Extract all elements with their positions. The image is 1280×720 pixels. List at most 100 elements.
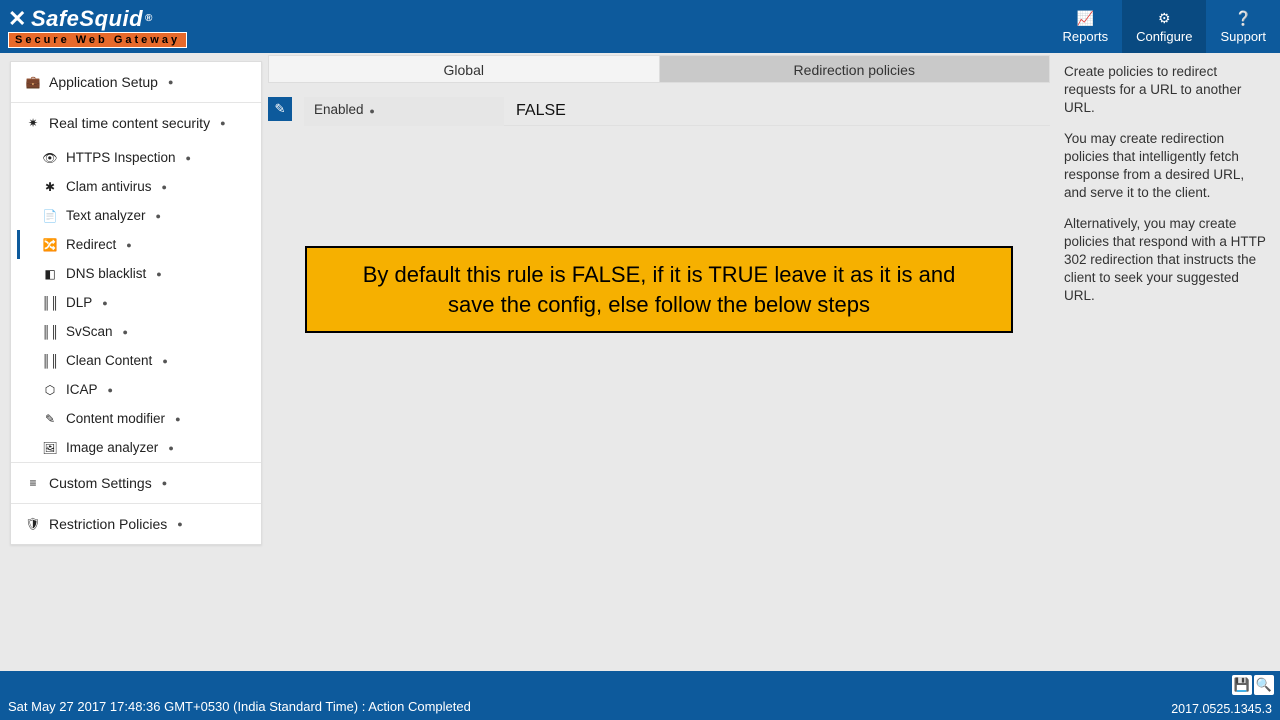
- logo-text: SafeSquid: [31, 6, 143, 32]
- sidebar-item-label: Clean Content: [66, 353, 152, 368]
- info-icon: ●: [168, 443, 173, 453]
- sidebar-item-image[interactable]: 🖼 Image analyzer ●: [17, 433, 261, 462]
- top-menu: 📈 Reports ⚙ Configure ❔ Support: [1049, 0, 1280, 53]
- sidebar-restriction-label: Restriction Policies: [49, 516, 167, 532]
- shuffle-icon: 🔀: [42, 238, 58, 252]
- version-text: 2017.0525.1345.3: [1171, 702, 1272, 716]
- instruction-callout: By default this rule is FALSE, if it is …: [305, 246, 1013, 333]
- info-icon: ●: [168, 77, 173, 87]
- info-icon: ●: [156, 269, 161, 279]
- sidebar-rtcs-label: Real time content security: [49, 115, 210, 131]
- wrench-icon: ✕: [8, 6, 27, 32]
- info-icon: ●: [175, 414, 180, 424]
- tab-redirection-policies[interactable]: Redirection policies: [660, 55, 1051, 83]
- sidebar-item-label: HTTPS Inspection: [66, 150, 176, 165]
- menu-reports[interactable]: 📈 Reports: [1049, 0, 1123, 53]
- sidebar-custom[interactable]: ≡ Custom Settings ●: [11, 463, 261, 503]
- status-text: Sat May 27 2017 17:48:36 GMT+0530 (India…: [8, 699, 471, 714]
- sidebar-item-icap[interactable]: ⬡ICAP●: [17, 375, 261, 404]
- help-paragraph: Alternatively, you may create policies t…: [1064, 215, 1268, 306]
- sidebar-restriction[interactable]: 🛡 Restriction Policies ●: [11, 504, 261, 544]
- sidebar-item-label: Text analyzer: [66, 208, 146, 223]
- briefcase-icon: 💼: [25, 75, 41, 89]
- search-icon: 🔍: [1256, 677, 1272, 693]
- sidebar-item-label: SvScan: [66, 324, 113, 339]
- barcode-icon: ║║: [42, 325, 58, 339]
- edit-button[interactable]: ✎: [268, 97, 292, 121]
- eye-icon: 👁: [42, 151, 58, 165]
- sidebar-item-label: Content modifier: [66, 411, 165, 426]
- file-icon: 📄: [42, 209, 58, 223]
- help-paragraph: Create policies to redirect requests for…: [1064, 63, 1268, 118]
- dashboard-icon: ◧: [42, 267, 58, 281]
- reports-icon: 📈: [1077, 10, 1094, 27]
- sidebar: 💼 Application Setup ● ✷ Real time conten…: [0, 53, 262, 671]
- info-icon: ●: [102, 298, 107, 308]
- sidebar-item-label: Image analyzer: [66, 440, 158, 455]
- sidebar-item-label: DNS blacklist: [66, 266, 146, 281]
- enabled-label: Enabled ●: [304, 97, 504, 126]
- menu-configure-label: Configure: [1136, 29, 1192, 44]
- save-button[interactable]: 💾: [1232, 675, 1252, 695]
- image-icon: 🖼: [42, 441, 58, 455]
- info-icon: ●: [126, 240, 131, 250]
- sidebar-item-dlp[interactable]: ║║ DLP ●: [17, 288, 261, 317]
- sidebar-item-dns[interactable]: ◧ DNS blacklist ●: [17, 259, 261, 288]
- sidebar-item-clean[interactable]: ║║ Clean Content ●: [17, 346, 261, 375]
- save-icon: 💾: [1234, 677, 1250, 693]
- pencil-icon: ✎: [275, 101, 286, 117]
- help-panel: Create policies to redirect requests for…: [1060, 53, 1280, 671]
- sparkle-icon: ✷: [25, 116, 41, 130]
- enabled-row: ✎ Enabled ● FALSE: [268, 97, 1050, 126]
- barcode-icon: ║║: [42, 354, 58, 368]
- menu-configure[interactable]: ⚙ Configure: [1122, 0, 1206, 53]
- shield-icon: 🛡: [25, 517, 41, 531]
- barcode-icon: ║║: [42, 296, 58, 310]
- sidebar-item-svscan[interactable]: ║║ SvScan ●: [17, 317, 261, 346]
- info-icon: ●: [369, 106, 374, 116]
- tab-label: Redirection policies: [794, 62, 915, 78]
- sidebar-item-https[interactable]: 👁 HTTPS Inspection ●: [17, 143, 261, 172]
- asterisk-icon: ✱: [42, 180, 58, 194]
- sliders-icon: ≡: [25, 476, 41, 490]
- sidebar-item-label: DLP: [66, 295, 92, 310]
- info-icon: ●: [177, 519, 182, 529]
- logo-subtitle: Secure Web Gateway: [8, 32, 187, 48]
- sidebar-item-label: Clam antivirus: [66, 179, 152, 194]
- search-button[interactable]: 🔍: [1254, 675, 1274, 695]
- help-paragraph: You may create redirection policies that…: [1064, 130, 1268, 203]
- info-icon: ●: [156, 211, 161, 221]
- enabled-value: FALSE: [504, 97, 1050, 126]
- sidebar-item-redirect[interactable]: 🔀 Redirect ●: [17, 230, 261, 259]
- sidebar-item-contentmod[interactable]: ✎ Content modifier ●: [17, 404, 261, 433]
- field-label-text: Enabled: [314, 102, 364, 117]
- menu-support[interactable]: ❔ Support: [1206, 0, 1280, 53]
- support-icon: ❔: [1235, 10, 1252, 27]
- tabs: Global Redirection policies: [268, 55, 1050, 83]
- menu-support-label: Support: [1220, 29, 1266, 44]
- info-icon: ●: [162, 478, 167, 488]
- footer: 💾 🔍 Sat May 27 2017 17:48:36 GMT+0530 (I…: [0, 671, 1280, 720]
- info-icon: ●: [162, 356, 167, 366]
- info-icon: ●: [186, 153, 191, 163]
- sidebar-item-text[interactable]: 📄 Text analyzer ●: [17, 201, 261, 230]
- tab-label: Global: [444, 62, 484, 78]
- info-icon: ●: [108, 385, 113, 395]
- menu-reports-label: Reports: [1063, 29, 1109, 44]
- logo: ✕ SafeSquid ® Secure Web Gateway: [8, 6, 187, 48]
- sidebar-app-setup[interactable]: 💼 Application Setup ●: [11, 62, 261, 102]
- edit-icon: ✎: [42, 412, 58, 426]
- info-icon: ●: [220, 118, 225, 128]
- sidebar-item-clam[interactable]: ✱ Clam antivirus ●: [17, 172, 261, 201]
- sidebar-custom-label: Custom Settings: [49, 475, 152, 491]
- sidebar-item-label: ICAP: [66, 382, 98, 397]
- top-header: ✕ SafeSquid ® Secure Web Gateway 📈 Repor…: [0, 0, 1280, 53]
- tab-global[interactable]: Global: [268, 55, 660, 83]
- sidebar-app-setup-label: Application Setup: [49, 74, 158, 90]
- configure-icon: ⚙: [1158, 10, 1171, 27]
- info-icon: ●: [162, 182, 167, 192]
- logo-reg: ®: [145, 13, 153, 24]
- sidebar-rtcs[interactable]: ✷ Real time content security ●: [11, 103, 261, 143]
- info-icon: ●: [123, 327, 128, 337]
- sidebar-item-label: Redirect: [66, 237, 116, 252]
